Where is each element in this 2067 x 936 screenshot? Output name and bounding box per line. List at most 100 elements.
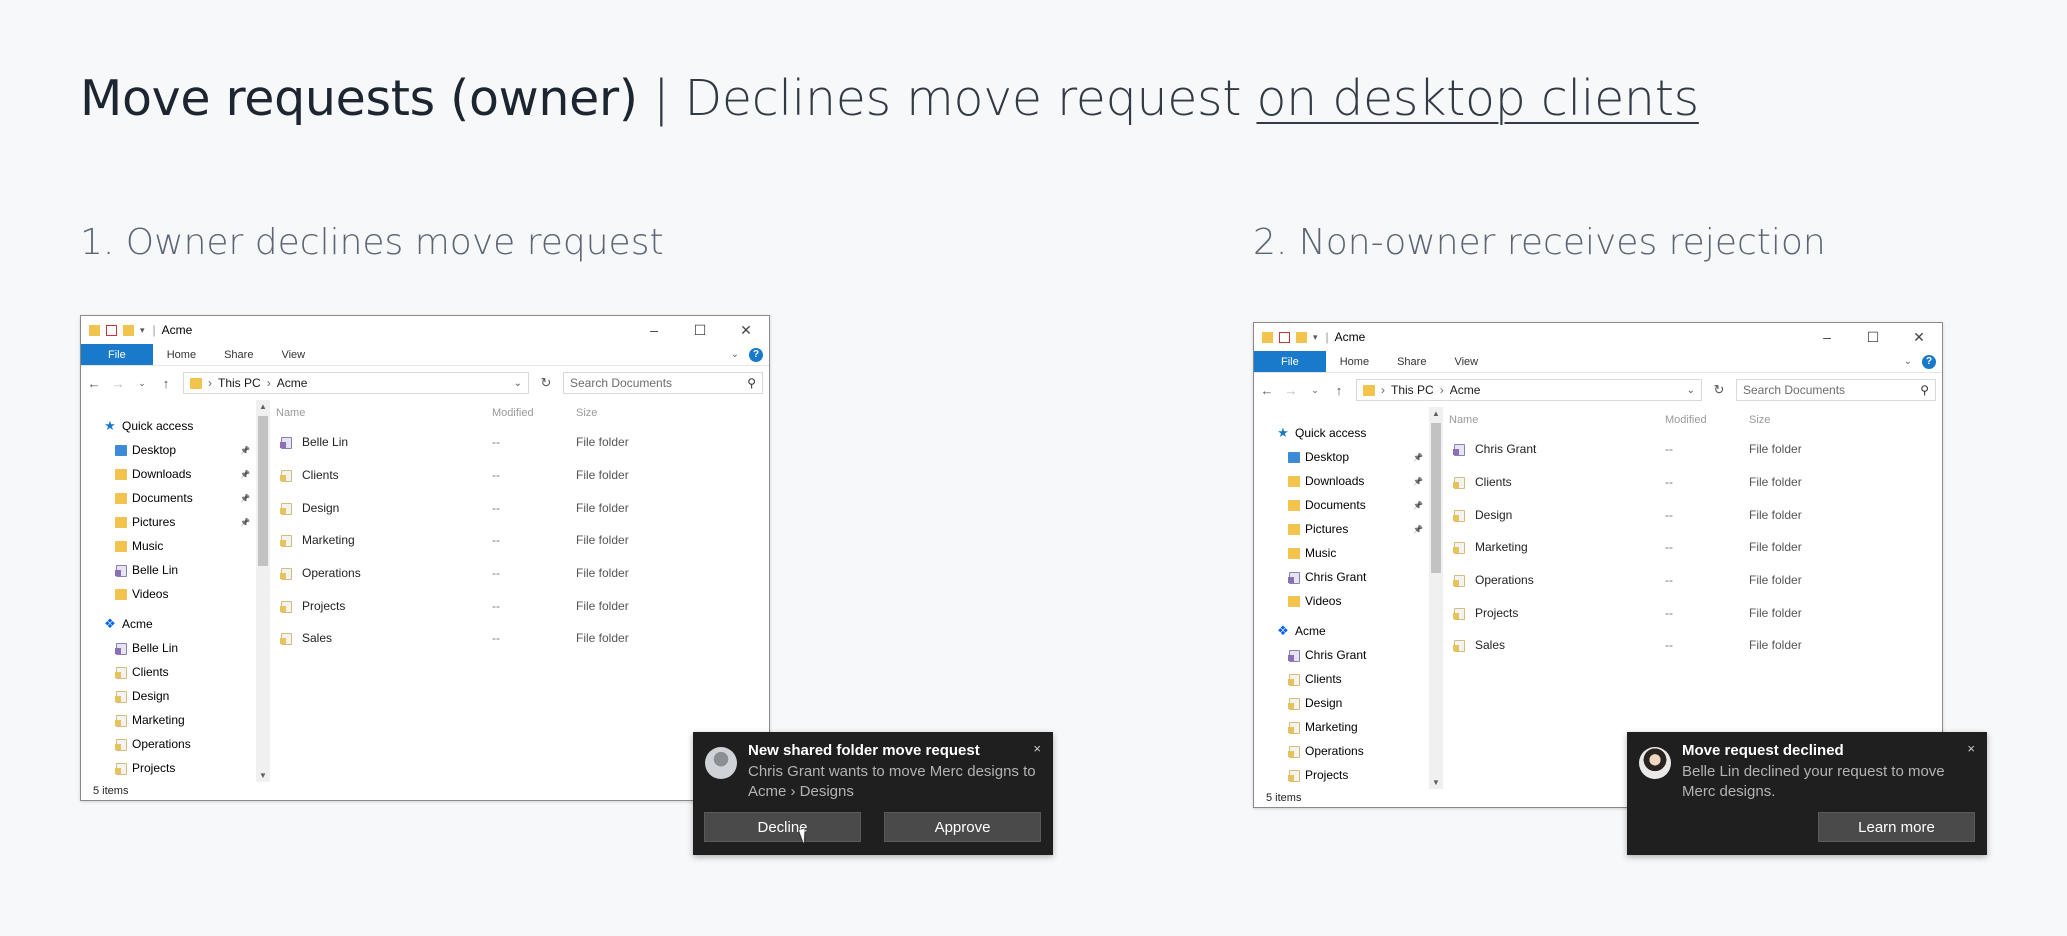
ribbon-tab-view[interactable]: View bbox=[1440, 351, 1492, 372]
nav-item-documents[interactable]: Documents 📌 bbox=[1254, 493, 1429, 517]
table-row[interactable]: Marketing -- File folder bbox=[1443, 531, 1942, 564]
close-window-icon[interactable]: ✕ bbox=[723, 316, 769, 344]
pin-icon[interactable]: 📌 bbox=[1413, 525, 1423, 534]
search-input[interactable]: Search Documents ⚲ bbox=[563, 372, 763, 394]
ribbon-tab-home[interactable]: Home bbox=[153, 344, 210, 365]
scroll-thumb[interactable] bbox=[258, 416, 268, 566]
table-row[interactable]: Clients -- File folder bbox=[270, 459, 769, 492]
minimize-icon[interactable]: – bbox=[1804, 323, 1850, 351]
back-icon[interactable]: ← bbox=[87, 376, 101, 391]
address-dropdown-icon[interactable]: ⌄ bbox=[1687, 385, 1695, 396]
search-input[interactable]: Search Documents ⚲ bbox=[1736, 379, 1936, 401]
nav-item-downloads[interactable]: Downloads 📌 bbox=[81, 462, 256, 486]
nav-item-clients[interactable]: Clients bbox=[1254, 667, 1429, 691]
table-row[interactable]: Sales -- File folder bbox=[1443, 629, 1942, 662]
table-row[interactable]: Chris Grant -- File folder bbox=[1443, 433, 1942, 466]
nav-item-design[interactable]: Design bbox=[81, 684, 256, 708]
table-row[interactable]: Operations -- File folder bbox=[270, 557, 769, 590]
nav-item-documents[interactable]: Documents 📌 bbox=[81, 486, 256, 510]
pin-icon[interactable]: 📌 bbox=[240, 446, 250, 455]
scroll-up-icon[interactable]: ▲ bbox=[1429, 409, 1443, 418]
properties-icon[interactable] bbox=[1279, 331, 1290, 343]
nav-item-projects[interactable]: Projects bbox=[1254, 763, 1429, 787]
nav-item-desktop[interactable]: Desktop 📌 bbox=[81, 438, 256, 462]
ribbon-tab-share[interactable]: Share bbox=[1383, 351, 1440, 372]
ribbon-tab-share[interactable]: Share bbox=[210, 344, 267, 365]
recent-locations-icon[interactable]: ⌄ bbox=[135, 378, 149, 389]
back-icon[interactable]: ← bbox=[1260, 383, 1274, 398]
maximize-icon[interactable]: ☐ bbox=[1850, 323, 1896, 351]
help-icon[interactable]: ? bbox=[1922, 354, 1936, 369]
nav-item-chris-grant[interactable]: Chris Grant bbox=[1254, 643, 1429, 667]
learn-more-button[interactable]: Learn more bbox=[1818, 812, 1975, 842]
table-row[interactable]: Sales -- File folder bbox=[270, 622, 769, 655]
new-folder-icon[interactable] bbox=[123, 324, 134, 336]
table-row[interactable]: Projects -- File folder bbox=[1443, 596, 1942, 629]
customize-caret-icon[interactable]: ▾ bbox=[140, 325, 145, 336]
pin-icon[interactable]: 📌 bbox=[1413, 501, 1423, 510]
column-name[interactable]: Name bbox=[276, 407, 492, 419]
column-modified[interactable]: Modified bbox=[492, 407, 576, 419]
new-folder-icon[interactable] bbox=[1296, 331, 1307, 343]
help-icon[interactable]: ? bbox=[749, 347, 763, 362]
pin-icon[interactable]: 📌 bbox=[240, 470, 250, 479]
nav-item-operations[interactable]: Operations bbox=[1254, 739, 1429, 763]
breadcrumb-this-pc[interactable]: This PC bbox=[218, 376, 261, 390]
pin-icon[interactable]: 📌 bbox=[240, 518, 250, 527]
breadcrumb-acme[interactable]: Acme bbox=[1450, 383, 1481, 397]
nav-item-downloads[interactable]: Downloads 📌 bbox=[1254, 469, 1429, 493]
column-modified[interactable]: Modified bbox=[1665, 414, 1749, 426]
address-dropdown-icon[interactable]: ⌄ bbox=[514, 378, 522, 389]
up-icon[interactable]: ↑ bbox=[1332, 383, 1346, 398]
nav-item-marketing[interactable]: Marketing bbox=[1254, 715, 1429, 739]
ribbon-tab-file[interactable]: File bbox=[1254, 351, 1326, 372]
refresh-icon[interactable]: ↻ bbox=[539, 375, 553, 391]
scroll-up-icon[interactable]: ▲ bbox=[256, 402, 270, 411]
nav-scrollbar[interactable]: ▲ ▼ bbox=[1429, 407, 1443, 789]
nav-item-projects[interactable]: Projects bbox=[81, 756, 256, 780]
scroll-down-icon[interactable]: ▼ bbox=[1429, 778, 1443, 787]
decline-button[interactable]: Decline bbox=[704, 812, 861, 842]
close-icon[interactable]: × bbox=[1033, 741, 1041, 756]
close-icon[interactable]: × bbox=[1967, 741, 1975, 756]
scroll-thumb[interactable] bbox=[1431, 423, 1441, 573]
nav-item-desktop[interactable]: Desktop 📌 bbox=[1254, 445, 1429, 469]
column-size[interactable]: Size bbox=[1749, 414, 1770, 426]
pin-icon[interactable]: 📌 bbox=[240, 494, 250, 503]
nav-item-music[interactable]: Music bbox=[1254, 541, 1429, 565]
nav-scrollbar[interactable]: ▲ ▼ bbox=[256, 400, 270, 782]
nav-item-clients[interactable]: Clients bbox=[81, 660, 256, 684]
maximize-icon[interactable]: ☐ bbox=[677, 316, 723, 344]
approve-button[interactable]: Approve bbox=[884, 812, 1041, 842]
nav-item-chris-grant[interactable]: Chris Grant bbox=[1254, 565, 1429, 589]
nav-item-belle-lin[interactable]: Belle Lin bbox=[81, 636, 256, 660]
address-input[interactable]: › This PC › Acme ⌄ bbox=[183, 372, 529, 394]
nav-item-acme[interactable]: ❖ Acme bbox=[81, 612, 256, 636]
nav-item-pictures[interactable]: Pictures 📌 bbox=[81, 510, 256, 534]
nav-item-quick-access[interactable]: ★ Quick access bbox=[81, 414, 256, 438]
table-row[interactable]: Belle Lin -- File folder bbox=[270, 426, 769, 459]
pin-icon[interactable]: 📌 bbox=[1413, 477, 1423, 486]
expand-ribbon-icon[interactable]: ⌄ bbox=[1904, 356, 1912, 367]
nav-item-acme[interactable]: ❖ Acme bbox=[1254, 619, 1429, 643]
nav-item-music[interactable]: Music bbox=[81, 534, 256, 558]
nav-item-videos[interactable]: Videos bbox=[81, 582, 256, 606]
table-row[interactable]: Operations -- File folder bbox=[1443, 564, 1942, 597]
pin-icon[interactable]: 📌 bbox=[1413, 453, 1423, 462]
table-row[interactable]: Clients -- File folder bbox=[1443, 466, 1942, 499]
close-window-icon[interactable]: ✕ bbox=[1896, 323, 1942, 351]
table-row[interactable]: Projects -- File folder bbox=[270, 589, 769, 622]
breadcrumb-this-pc[interactable]: This PC bbox=[1391, 383, 1434, 397]
scroll-down-icon[interactable]: ▼ bbox=[256, 771, 270, 780]
ribbon-tab-view[interactable]: View bbox=[267, 344, 319, 365]
nav-item-belle-lin[interactable]: Belle Lin bbox=[81, 558, 256, 582]
properties-icon[interactable] bbox=[106, 324, 117, 336]
forward-icon[interactable]: → bbox=[1284, 383, 1298, 398]
customize-caret-icon[interactable]: ▾ bbox=[1313, 332, 1318, 343]
nav-item-operations[interactable]: Operations bbox=[81, 732, 256, 756]
table-row[interactable]: Design -- File folder bbox=[270, 491, 769, 524]
table-row[interactable]: Design -- File folder bbox=[1443, 498, 1942, 531]
refresh-icon[interactable]: ↻ bbox=[1712, 382, 1726, 398]
up-icon[interactable]: ↑ bbox=[159, 376, 173, 391]
address-input[interactable]: › This PC › Acme ⌄ bbox=[1356, 379, 1702, 401]
